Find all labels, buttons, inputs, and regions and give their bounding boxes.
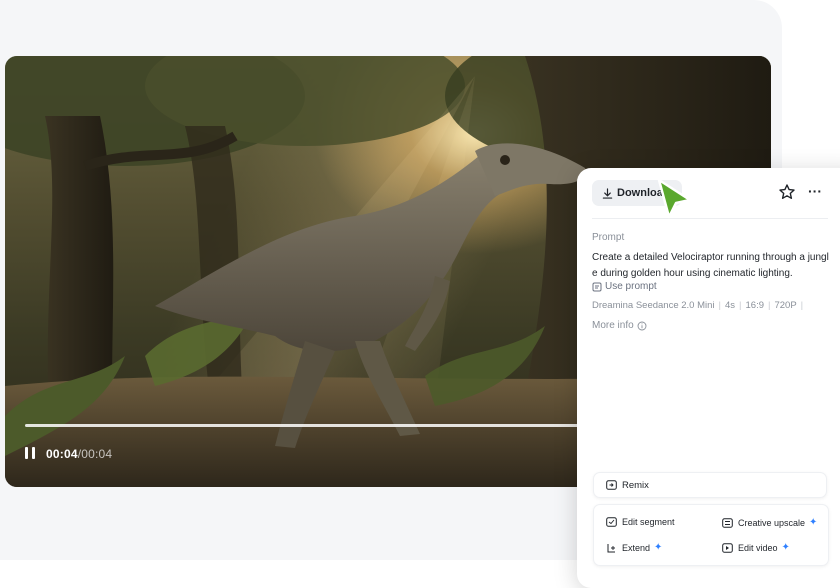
meta-duration: 4s	[724, 300, 736, 311]
edit-segment-label: Edit segment	[622, 517, 675, 527]
details-panel: Download ··· Prompt Create a detailed Ve…	[577, 168, 840, 588]
total-time: 00:04	[81, 447, 113, 461]
video-progress-bar[interactable]	[25, 424, 585, 427]
generation-meta: Dreamina Seedance 2.0 Mini | 4s | 16:9 | 720P |	[592, 300, 807, 311]
extend-button[interactable]: Extend ✦	[606, 542, 662, 553]
use-prompt-button[interactable]: Use prompt	[592, 281, 657, 292]
mouse-pointer-icon	[657, 178, 692, 219]
prompt-text: Create a detailed Velociraptor running t…	[592, 252, 829, 279]
download-icon	[602, 187, 613, 199]
edit-video-button[interactable]: Edit video ✦	[722, 542, 790, 553]
remix-button[interactable]: Remix	[593, 472, 827, 498]
remix-icon	[606, 480, 617, 490]
meta-separator: |	[768, 300, 771, 311]
creative-upscale-label: Creative upscale	[738, 517, 806, 528]
more-icon[interactable]: ···	[805, 182, 825, 202]
meta-model: Dreamina Seedance 2.0 Mini	[592, 300, 715, 311]
meta-separator: |	[739, 300, 742, 311]
edit-segment-icon	[606, 517, 617, 527]
edit-video-icon	[722, 542, 733, 553]
sparkle-icon: ✦	[809, 517, 818, 528]
document-icon	[592, 282, 602, 291]
more-info-label: More info	[592, 320, 634, 331]
sparkle-icon: ✦	[781, 542, 790, 553]
remix-label: Remix	[622, 479, 649, 491]
extend-icon	[607, 543, 615, 552]
current-time: 00:04	[46, 447, 78, 461]
panel-divider	[592, 218, 828, 219]
meta-separator: |	[718, 300, 721, 311]
edit-segment-button[interactable]: Edit segment	[606, 517, 675, 527]
star-icon[interactable]	[777, 182, 797, 202]
video-time: 00:04/00:04	[46, 447, 112, 461]
info-icon	[637, 321, 647, 330]
upscale-icon	[722, 517, 733, 528]
meta-separator: |	[800, 300, 804, 311]
use-prompt-label: Use prompt	[605, 281, 657, 292]
meta-resolution: 720P	[774, 300, 797, 311]
creative-upscale-button[interactable]: Creative upscale ✦	[722, 517, 817, 528]
sparkle-icon: ✦	[654, 542, 663, 553]
extend-label: Extend	[622, 542, 651, 553]
video-tools-card: Edit segment Creative upscale ✦ Extend ✦…	[593, 504, 829, 566]
edit-video-label: Edit video	[738, 542, 778, 553]
more-info-link[interactable]: More info	[592, 320, 647, 331]
prompt-label: Prompt	[592, 232, 625, 243]
meta-ratio: 16:9	[745, 300, 765, 311]
pause-icon[interactable]	[23, 445, 39, 461]
